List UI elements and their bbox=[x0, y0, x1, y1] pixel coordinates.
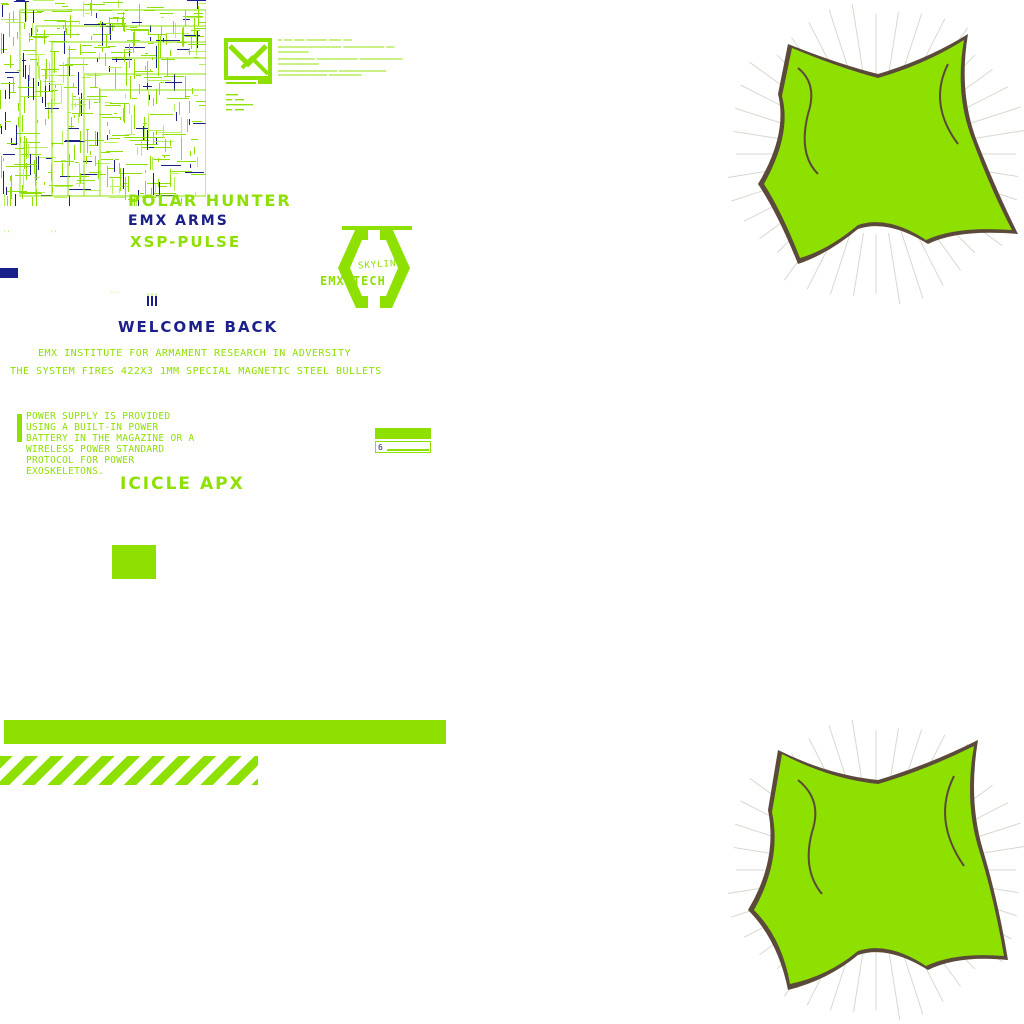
small-meta-marks: ▬▬▬▬ ▬▬ ▬▬▬ ▬▬▬▬▬▬▬▬▬ ▬▬ ▬▬▬ bbox=[226, 92, 254, 113]
emx-tech-logo: SKYLINE EMX TECH bbox=[318, 224, 430, 312]
hazard-stripes bbox=[0, 756, 258, 785]
decorative-dots: ' ' ' ' bbox=[4, 230, 57, 237]
welcome-heading: WELCOME BACK bbox=[118, 318, 279, 336]
status-indicator: 6 bbox=[375, 428, 431, 453]
logo-emx-tech-text: EMX TECH bbox=[320, 274, 386, 288]
fine-print-block: ▬▬ ▬▬▬▬ ▬▬▬▬▬ ▬▬▬▬▬▬▬▬▬▬ ▬▬▬▬▬▬ ▬▬▬▬ ▬▬▬… bbox=[278, 38, 403, 78]
green-square bbox=[112, 545, 156, 579]
long-green-bar bbox=[4, 720, 446, 744]
emx-emblem-icon bbox=[224, 38, 272, 84]
system-fires-text: THE SYSTEM FIRES 422X3 1MM SPECIAL MAGNE… bbox=[10, 366, 382, 377]
ammo-icon bbox=[147, 293, 157, 306]
circuit-pattern bbox=[0, 0, 206, 206]
title-emx-arms: EMX ARMS bbox=[128, 213, 229, 229]
title-polar-hunter: POLAR HUNTER bbox=[128, 191, 292, 210]
power-supply-text: POWER SUPPLY IS PROVIDED USING A BUILT-I… bbox=[26, 411, 195, 477]
decorative-dots: · · · bbox=[110, 290, 120, 297]
splash-graphic bbox=[728, 4, 1024, 304]
navy-marker bbox=[0, 268, 18, 278]
title-xsp-pulse: XSP-PULSE bbox=[130, 233, 242, 251]
splash-graphic bbox=[728, 720, 1024, 1020]
institute-text: EMX INSTITUTE FOR ARMAMENT RESEARCH IN A… bbox=[38, 348, 351, 359]
model-name: ICICLE APX bbox=[120, 474, 245, 494]
power-accent-bar bbox=[17, 414, 22, 442]
indicator-label: 6 bbox=[378, 443, 383, 452]
